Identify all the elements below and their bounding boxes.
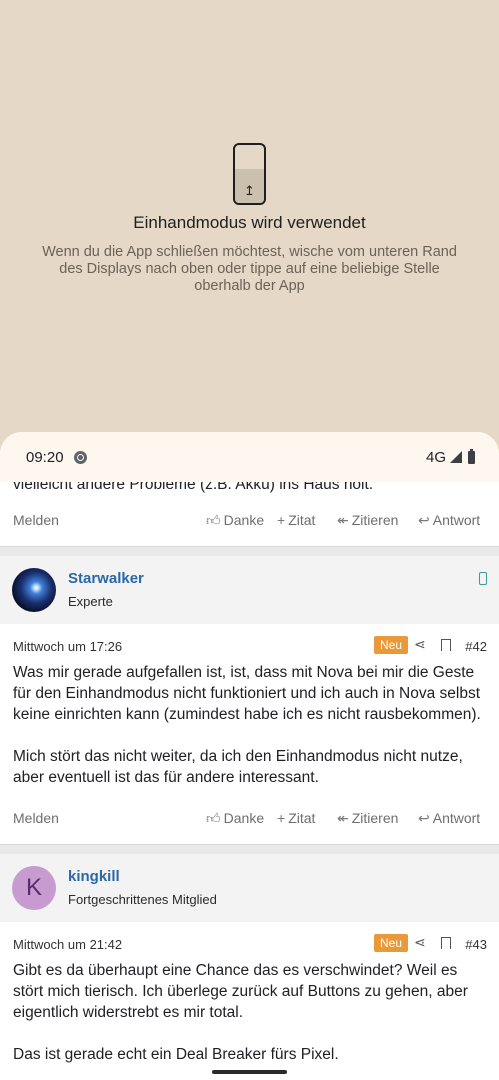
post-paragraph: Mich stört das nicht weiter, da ich den … (13, 748, 463, 786)
post-meta: Mittwoch um 21:42 Neu ⋖ #43 (0, 934, 499, 956)
report-button[interactable]: Melden (13, 512, 59, 528)
post-date: Mittwoch um 17:26 (13, 639, 123, 654)
bookmark-icon[interactable] (441, 937, 451, 949)
post-body: Was mir gerade aufgefallen ist, ist, das… (13, 662, 489, 788)
post-paragraph: Was mir gerade aufgefallen ist, ist, das… (13, 664, 481, 723)
post-actions: Melden 👍︎ Danke + Zitat ↞ Zitieren ↩ Antwort (0, 803, 499, 833)
avatar[interactable] (12, 568, 56, 612)
gesture-navigation-handle[interactable] (212, 1070, 287, 1074)
reply-all-icon: ↞ (337, 511, 349, 528)
plus-icon: + (277, 512, 286, 528)
post-author-header: Starwalker Experte (0, 556, 499, 624)
mobile-device-icon (479, 572, 487, 585)
post-separator (0, 546, 499, 556)
thanks-button[interactable]: 👍︎ Danke (206, 810, 264, 827)
author-role: Fortgeschrittenes Mitglied (68, 892, 217, 907)
reply-icon: ↩ (418, 511, 430, 528)
plus-icon: + (277, 810, 286, 826)
quote-button[interactable]: ↞ Zitieren (337, 810, 398, 827)
one-handed-description: Wenn du die App schließen möchtest, wisc… (42, 244, 457, 294)
thumbs-up-icon: 👍︎ (206, 511, 221, 528)
reply-icon: ↩ (418, 809, 430, 826)
post-number[interactable]: #43 (465, 937, 487, 952)
post-meta: Mittwoch um 17:26 Neu ⋖ #42 (0, 636, 499, 658)
bookmark-icon[interactable] (441, 639, 451, 651)
quote-add-button[interactable]: + Zitat (277, 810, 315, 826)
avatar[interactable]: K (12, 866, 56, 910)
author-name[interactable]: Starwalker (68, 570, 144, 587)
battery-icon (468, 448, 475, 464)
post-paragraph: Das ist gerade echt ein Deal Breaker für… (13, 1046, 339, 1063)
thanks-button[interactable]: 👍︎ Danke (206, 512, 264, 529)
chrome-icon (73, 450, 87, 464)
post-number[interactable]: #42 (465, 639, 487, 654)
new-badge: Neu (374, 636, 409, 654)
author-name[interactable]: kingkill (68, 868, 120, 885)
thumbs-up-icon: 👍︎ (206, 809, 221, 826)
share-icon[interactable]: ⋖ (414, 636, 426, 653)
reply-all-icon: ↞ (337, 809, 349, 826)
quote-add-button[interactable]: + Zitat (277, 512, 315, 528)
share-icon[interactable]: ⋖ (414, 934, 426, 951)
post-date: Mittwoch um 21:42 (13, 937, 123, 952)
one-handed-title: Einhandmodus wird verwendet (133, 213, 366, 232)
post-separator (0, 844, 499, 854)
post-body: Gibt es da überhaupt eine Chance das es … (13, 960, 489, 1065)
phone-swipe-icon: ↥ (233, 143, 266, 205)
signal-icon (450, 451, 462, 463)
app-window: vielleicht andere Probleme (z.B. Akku) i… (0, 432, 499, 1080)
network-type: 4G (425, 448, 446, 466)
status-time: 09:20 (26, 448, 64, 466)
quote-button[interactable]: ↞ Zitieren (337, 512, 398, 529)
reply-button[interactable]: ↩ Antwort (418, 810, 480, 827)
post-paragraph: Gibt es da überhaupt eine Chance das es … (13, 962, 468, 1021)
post-actions: Melden 👍︎ Danke + Zitat ↞ Zitieren ↩ Antwort (0, 505, 499, 535)
report-button[interactable]: Melden (13, 810, 59, 826)
one-handed-mode-overlay[interactable]: ↥ Einhandmodus wird verwendet Wenn du di… (0, 0, 499, 432)
author-role: Experte (68, 594, 113, 609)
post-author-header: K kingkill Fortgeschrittenes Mitglied (0, 854, 499, 922)
status-bar: 09:20 4G (0, 432, 499, 482)
new-badge: Neu (374, 934, 409, 952)
reply-button[interactable]: ↩ Antwort (418, 512, 480, 529)
